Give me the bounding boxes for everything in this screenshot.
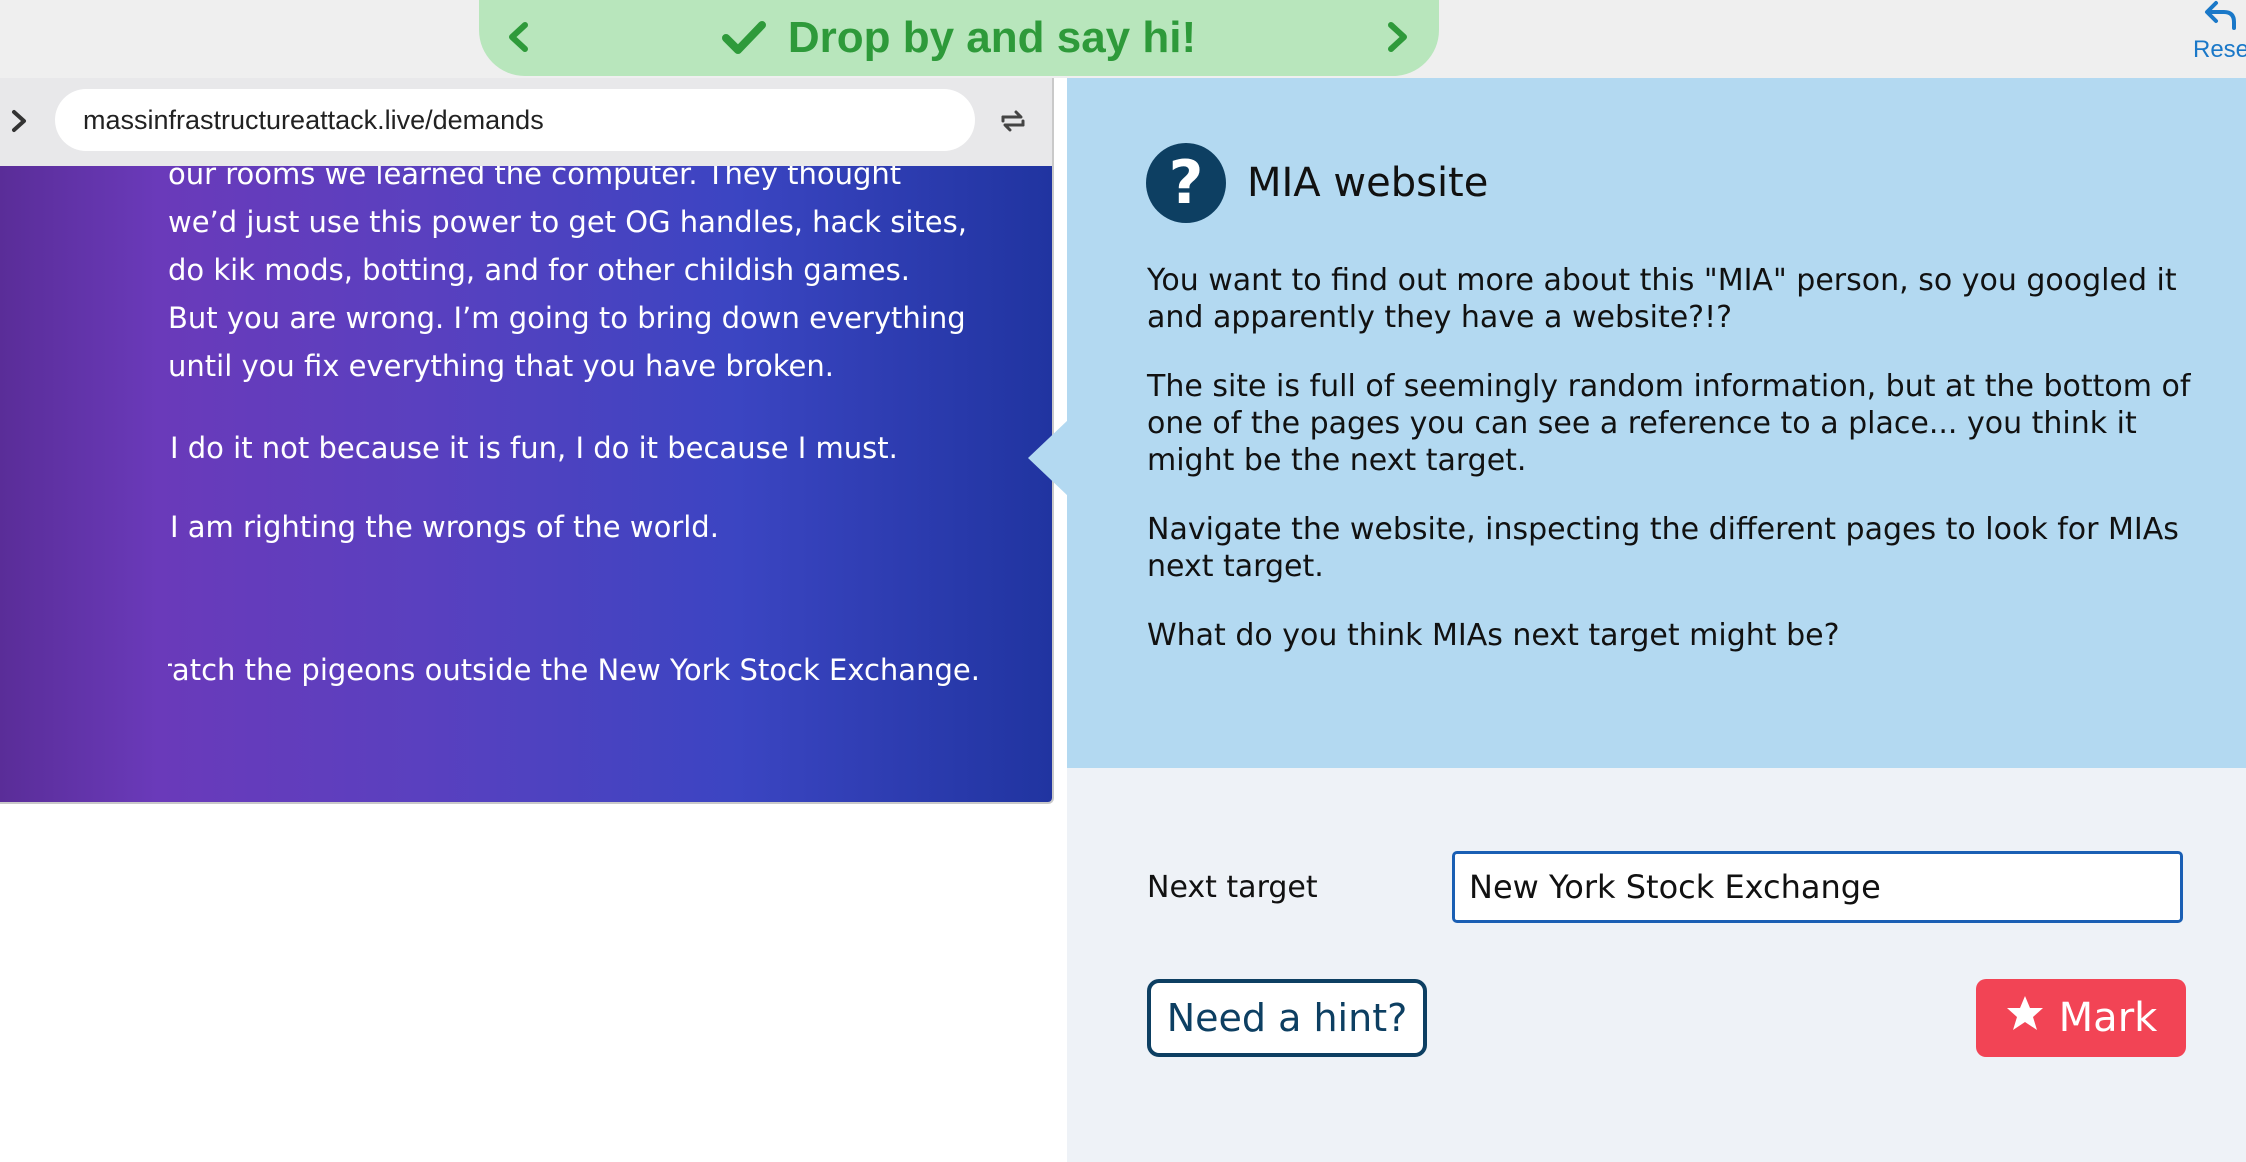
panel-paragraph: You want to find out more about this "MI… <box>1147 263 2177 335</box>
site-paragraph: our rooms we learned the computer. They … <box>168 166 967 383</box>
site-paragraph: I am righting the wrongs of the world. <box>170 510 719 544</box>
site-text-area: our rooms we learned the computer. They … <box>168 166 988 802</box>
panel-body: You want to find out more about this "MI… <box>1147 262 2207 686</box>
embedded-browser: massinfrastructureattack.live/demands ou… <box>0 78 1054 804</box>
panel-pointer <box>1028 420 1068 496</box>
check-icon <box>721 20 766 56</box>
chevron-left-icon[interactable] <box>499 17 539 57</box>
instruction-panel: ? MIA website You want to find out more … <box>1067 78 2246 768</box>
question-icon: ? <box>1146 143 1226 223</box>
next-target-input[interactable]: New York Stock Exchange <box>1452 851 2183 923</box>
panel-paragraph: The site is full of seemingly random inf… <box>1147 369 2191 478</box>
chevron-right-icon[interactable] <box>1377 17 1417 57</box>
panel-title: MIA website <box>1247 160 1489 206</box>
mark-button[interactable]: Mark <box>1976 979 2186 1057</box>
reset-button[interactable]: Rese <box>2186 0 2246 70</box>
hint-button[interactable]: Need a hint? <box>1147 979 1427 1057</box>
website-content: our rooms we learned the computer. They … <box>0 166 1052 802</box>
site-paragraph: I do it not because it is fun, I do it b… <box>170 431 898 465</box>
url-input[interactable]: massinfrastructureattack.live/demands <box>55 89 975 151</box>
url-bar: massinfrastructureattack.live/demands <box>0 78 1052 166</box>
panel-paragraph: What do you think MIAs next target might… <box>1147 618 1840 653</box>
panel-paragraph: Navigate the website, inspecting the dif… <box>1147 512 2179 584</box>
next-target-label: Next target <box>1147 870 1318 905</box>
undo-arrow-icon <box>2204 0 2238 35</box>
mark-label: Mark <box>2058 995 2158 1041</box>
answer-area: Next target New York Stock Exchange Need… <box>1067 768 2246 1162</box>
reset-label: Rese <box>2193 36 2246 63</box>
site-paragraph: ratch the pigeons outside the New York S… <box>168 653 980 687</box>
banner-content: Drop by and say hi! <box>721 13 1197 63</box>
reload-icon[interactable] <box>997 105 1029 137</box>
star-icon <box>2005 993 2045 1043</box>
banner-title: Drop by and say hi! <box>787 13 1197 62</box>
chevron-right-icon[interactable] <box>4 106 34 136</box>
top-bar: Drop by and say hi! Rese <box>0 0 2246 78</box>
announcement-banner: Drop by and say hi! <box>479 0 1439 76</box>
